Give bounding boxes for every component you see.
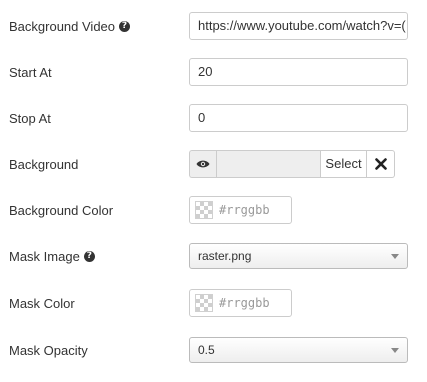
background-color-picker[interactable]: #rrggbb	[189, 196, 292, 224]
stop-at-input[interactable]: 0	[189, 104, 408, 132]
mask-opacity-label: Mask Opacity	[9, 342, 88, 358]
close-icon[interactable]	[367, 150, 395, 178]
background-color-input[interactable]: #rrggbb	[219, 203, 270, 217]
mask-opacity-selected: 0.5	[198, 343, 215, 357]
background-path-field[interactable]	[216, 150, 321, 178]
stop-at-label: Stop At	[9, 110, 51, 126]
help-icon[interactable]: ?	[83, 250, 95, 262]
background-select-button[interactable]: Select	[321, 150, 367, 178]
color-swatch[interactable]	[195, 294, 213, 312]
color-swatch[interactable]	[195, 201, 213, 219]
help-icon[interactable]: ?	[119, 20, 131, 32]
eye-icon[interactable]	[189, 150, 216, 178]
mask-image-label-text: Mask Image	[9, 248, 80, 264]
background-video-label-text: Background Video	[9, 18, 116, 34]
mask-image-selected: raster.png	[198, 249, 252, 263]
mask-image-select[interactable]: raster.png	[189, 243, 408, 269]
background-label: Background	[9, 156, 79, 172]
mask-color-label: Mask Color	[9, 295, 75, 311]
background-media-chooser: Select	[189, 150, 395, 178]
mask-color-picker[interactable]: #rrggbb	[189, 289, 292, 317]
mask-color-input[interactable]: #rrggbb	[219, 296, 270, 310]
chevron-down-icon	[391, 348, 399, 353]
chevron-down-icon	[391, 254, 399, 259]
start-at-label: Start At	[9, 64, 52, 80]
mask-image-label: Mask Image ?	[9, 243, 95, 269]
background-video-input[interactable]: https://www.youtube.com/watch?v=(	[189, 12, 408, 40]
start-at-input[interactable]: 20	[189, 58, 408, 86]
background-color-label: Background Color	[9, 202, 114, 218]
background-video-label: Background Video ?	[9, 12, 131, 40]
mask-opacity-select[interactable]: 0.5	[189, 337, 408, 363]
